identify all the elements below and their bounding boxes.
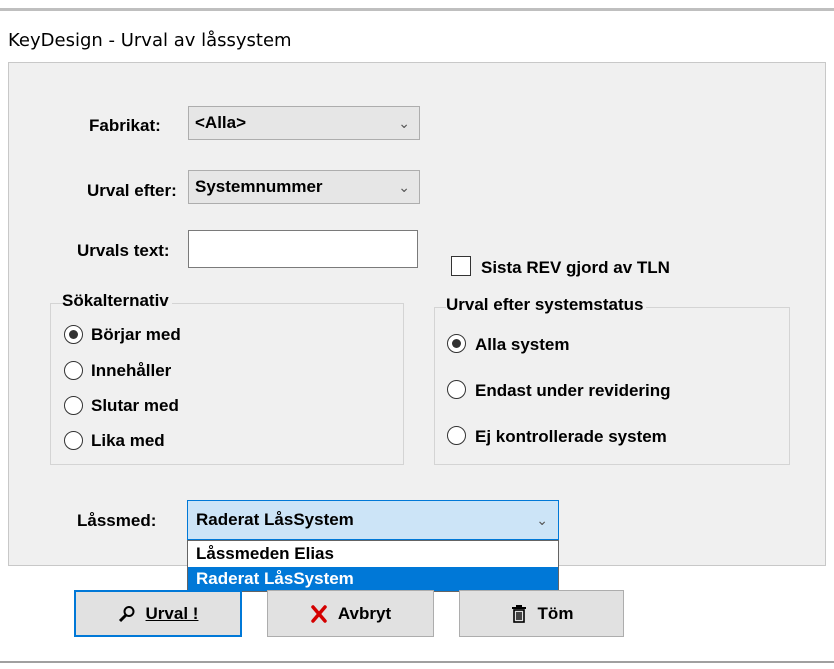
radio-ej-kontrollerade-system[interactable] (447, 426, 466, 445)
fabrikat-label: Fabrikat: (89, 116, 161, 135)
radio-alla-system[interactable] (447, 334, 466, 353)
tom-button-label: Töm (537, 603, 574, 623)
sista-rev-checkbox[interactable] (451, 256, 471, 276)
fabrikat-dropdown[interactable]: <Alla> ⌄ (188, 106, 420, 140)
radio-lika-med[interactable] (64, 431, 83, 450)
lassmed-option-selected[interactable]: Raderat LåsSystem (188, 567, 558, 591)
lassmed-dropdown[interactable]: Raderat LåsSystem ⌄ (187, 500, 559, 540)
sokalternativ-legend: Sökalternativ (62, 291, 172, 311)
urval-efter-label: Urval efter: (87, 181, 177, 200)
lassmed-value: Raderat LåsSystem (196, 510, 354, 529)
chevron-down-icon: ⌄ (536, 512, 548, 528)
urval-efter-value: Systemnummer (195, 177, 323, 196)
lassmed-dropdown-list: Låssmeden Elias Raderat LåsSystem (187, 540, 559, 592)
radio-slutar-med-label: Slutar med (91, 396, 179, 415)
red-x-icon (310, 604, 328, 623)
avbryt-button[interactable]: Avbryt (267, 590, 434, 637)
lassmed-label: Låssmed: (77, 511, 157, 530)
systemstatus-legend: Urval efter systemstatus (446, 295, 647, 315)
sista-rev-label: Sista REV gjord av TLN (481, 258, 670, 277)
radio-lika-med-label: Lika med (91, 431, 165, 450)
radio-endast-under-revidering[interactable] (447, 380, 466, 399)
radio-innehaller-label: Innehåller (91, 361, 172, 380)
radio-ej-kontrollerade-system-label: Ej kontrollerade system (475, 427, 667, 446)
radio-borjar-med-label: Börjar med (91, 325, 181, 344)
chevron-down-icon: ⌄ (398, 179, 410, 195)
lassmed-option[interactable]: Låssmeden Elias (188, 542, 558, 566)
magnifier-icon (118, 605, 136, 623)
tom-button[interactable]: Töm (459, 590, 624, 637)
radio-alla-system-label: Alla system (475, 335, 570, 354)
urvals-text-input[interactable] (188, 230, 418, 268)
window-title: KeyDesign - Urval av låssystem (8, 30, 292, 51)
window-top-border (0, 8, 834, 11)
urvals-text-label: Urvals text: (77, 241, 170, 260)
radio-innehaller[interactable] (64, 361, 83, 380)
radio-slutar-med[interactable] (64, 396, 83, 415)
avbryt-button-label: Avbryt (337, 603, 392, 623)
radio-endast-under-revidering-label: Endast under revidering (475, 381, 671, 400)
radio-borjar-med[interactable] (64, 325, 83, 344)
urval-button-label: Urval ! (145, 603, 199, 623)
window-bottom-border (0, 661, 834, 663)
trash-icon (510, 604, 528, 624)
chevron-down-icon: ⌄ (398, 115, 410, 131)
urval-button[interactable]: Urval ! (74, 590, 242, 637)
urval-efter-dropdown[interactable]: Systemnummer ⌄ (188, 170, 420, 204)
fabrikat-value: <Alla> (195, 113, 247, 132)
